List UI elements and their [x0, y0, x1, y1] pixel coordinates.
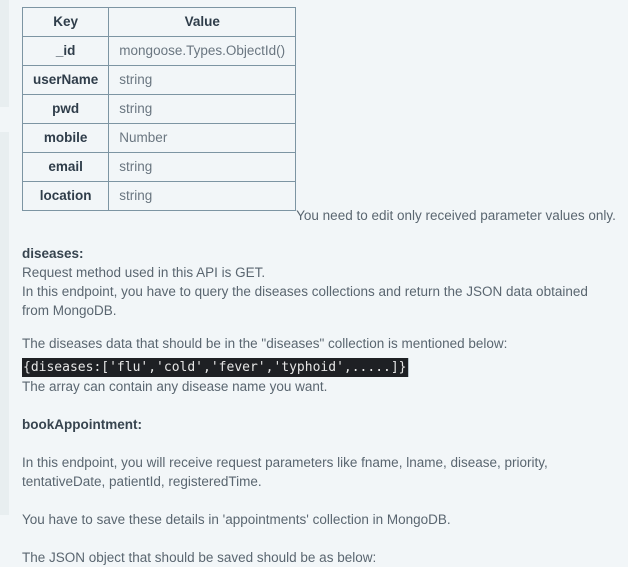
column-header-key: Key: [21, 7, 110, 37]
document-content: Key Value _id mongoose.Types.ObjectId() …: [9, 0, 628, 565]
row-key-cell: userName: [21, 65, 110, 95]
table-header-row: Key Value: [21, 7, 297, 37]
book-appointment-heading: bookAppointment:: [22, 417, 142, 432]
table-row: mobile Number: [21, 123, 297, 153]
row-value-cell: string: [108, 65, 297, 95]
book-appointment-section: bookAppointment: In this endpoint, you w…: [15, 396, 618, 567]
row-value-cell: string: [108, 181, 297, 211]
book-appointment-params-text: In this endpoint, you will receive reque…: [22, 455, 548, 489]
page-left-gutter: [0, 0, 9, 515]
diseases-endpoint-text: In this endpoint, you have to query the …: [22, 284, 588, 318]
row-key-cell: _id: [21, 36, 110, 66]
diseases-heading: diseases:: [22, 246, 84, 261]
row-value-cell: string: [108, 94, 297, 124]
book-appointment-save-text: You have to save these details in 'appoi…: [22, 512, 451, 527]
user-schema-table: Key Value _id mongoose.Types.ObjectId() …: [21, 7, 297, 211]
diseases-request-method-text: Request method used in this API is GET.: [22, 265, 266, 280]
book-appointment-json-intro-text: The JSON object that should be saved sho…: [22, 550, 377, 565]
table-row: email string: [21, 152, 297, 182]
table-row: location string: [21, 181, 297, 211]
row-key-cell: mobile: [21, 123, 110, 153]
table-row: _id mongoose.Types.ObjectId(): [21, 36, 297, 66]
table-row: pwd string: [21, 94, 297, 124]
diseases-data-intro-text: The diseases data that should be in the …: [22, 336, 508, 351]
row-value-cell: string: [108, 152, 297, 182]
row-value-cell: mongoose.Types.ObjectId(): [108, 36, 297, 66]
row-key-cell: pwd: [21, 94, 110, 124]
diseases-section: diseases: Request method used in this AP…: [15, 225, 618, 396]
row-key-cell: location: [21, 181, 110, 211]
diseases-code-snippet: {diseases:['flu','cold','fever','typhoid…: [22, 358, 409, 377]
table-row: userName string: [21, 65, 297, 95]
gutter-strip-lower: [0, 132, 9, 515]
table-head: Key Value: [21, 7, 297, 37]
row-value-cell: Number: [108, 123, 297, 153]
column-header-value: Value: [108, 7, 297, 37]
row-key-cell: email: [21, 152, 110, 182]
table-body: _id mongoose.Types.ObjectId() userName s…: [21, 36, 297, 211]
diseases-array-note-text: The array can contain any disease name y…: [22, 379, 328, 394]
gutter-strip-upper: [0, 0, 9, 107]
